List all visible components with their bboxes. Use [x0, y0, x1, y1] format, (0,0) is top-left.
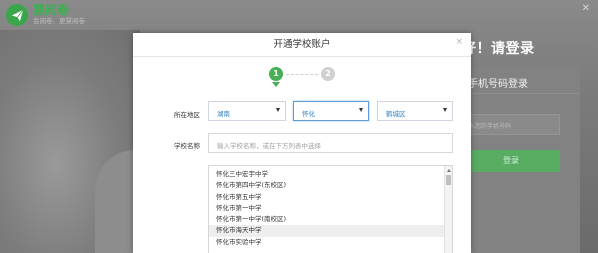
- list-scrollbar[interactable]: [444, 166, 452, 253]
- chevron-down-icon: [443, 108, 447, 112]
- current-step-pointer-icon: [272, 82, 280, 87]
- login-panel-divider: [458, 93, 580, 94]
- open-school-account-dialog: 开通学校账户 × 1 2 所在地区 湖南 怀化 鹤城区 学校名称 输入学校名称，…: [133, 33, 471, 253]
- welcome-heading: 好！请登录: [462, 41, 535, 57]
- chevron-down-icon: [276, 108, 280, 112]
- province-select[interactable]: 湖南: [208, 101, 286, 121]
- school-option[interactable]: 怀化市第五中学: [209, 192, 452, 203]
- step-connector: [286, 74, 318, 75]
- paper-plane-icon: [6, 4, 28, 26]
- dialog-title: 开通学校账户: [133, 33, 471, 57]
- scrollbar-thumb[interactable]: [446, 175, 451, 185]
- city-value: 怀化: [302, 110, 315, 118]
- chevron-down-icon: [359, 108, 363, 112]
- school-name-label: 学校名称: [174, 142, 200, 150]
- school-option[interactable]: 怀化市第一中学(南校区): [209, 214, 452, 225]
- phone-input[interactable]: 入您的手机号码: [462, 114, 560, 135]
- school-option[interactable]: 怀化市实验中学: [209, 237, 452, 248]
- district-value: 鹤城区: [386, 110, 406, 118]
- app-tagline: 会阅卷、更慧阅卷: [33, 17, 85, 25]
- step-1-active: 1: [269, 67, 283, 81]
- login-button[interactable]: 登录: [462, 150, 560, 172]
- region-label: 所在地区: [174, 111, 200, 119]
- step-2-inactive: 2: [321, 67, 335, 81]
- app-logo: 慧阅卷 会阅卷、更慧阅卷: [6, 4, 85, 26]
- school-option-hovered[interactable]: 怀化市海天中学: [209, 225, 452, 237]
- window-close-button[interactable]: ✕: [582, 3, 590, 14]
- dialog-close-button[interactable]: ×: [455, 37, 463, 47]
- school-name-input[interactable]: 输入学校名称，或在下方列表中选择: [208, 133, 453, 153]
- step-indicator: 1 2: [269, 67, 339, 87]
- province-value: 湖南: [217, 110, 230, 118]
- city-select[interactable]: 怀化: [293, 101, 369, 121]
- login-panel-title: 手机号码登录: [468, 79, 528, 90]
- school-option[interactable]: 怀化三中宏宇中学: [209, 169, 452, 180]
- school-option[interactable]: 怀化市第四中学(东校区): [209, 180, 452, 191]
- school-list: 怀化三中宏宇中学 怀化市第四中学(东校区) 怀化市第五中学 怀化市第一中学 怀化…: [208, 165, 453, 253]
- scroll-up-arrow-icon[interactable]: [447, 169, 451, 172]
- app-name: 慧阅卷: [33, 3, 70, 17]
- district-select[interactable]: 鹤城区: [377, 101, 453, 121]
- school-option[interactable]: 怀化市第一中学: [209, 203, 452, 214]
